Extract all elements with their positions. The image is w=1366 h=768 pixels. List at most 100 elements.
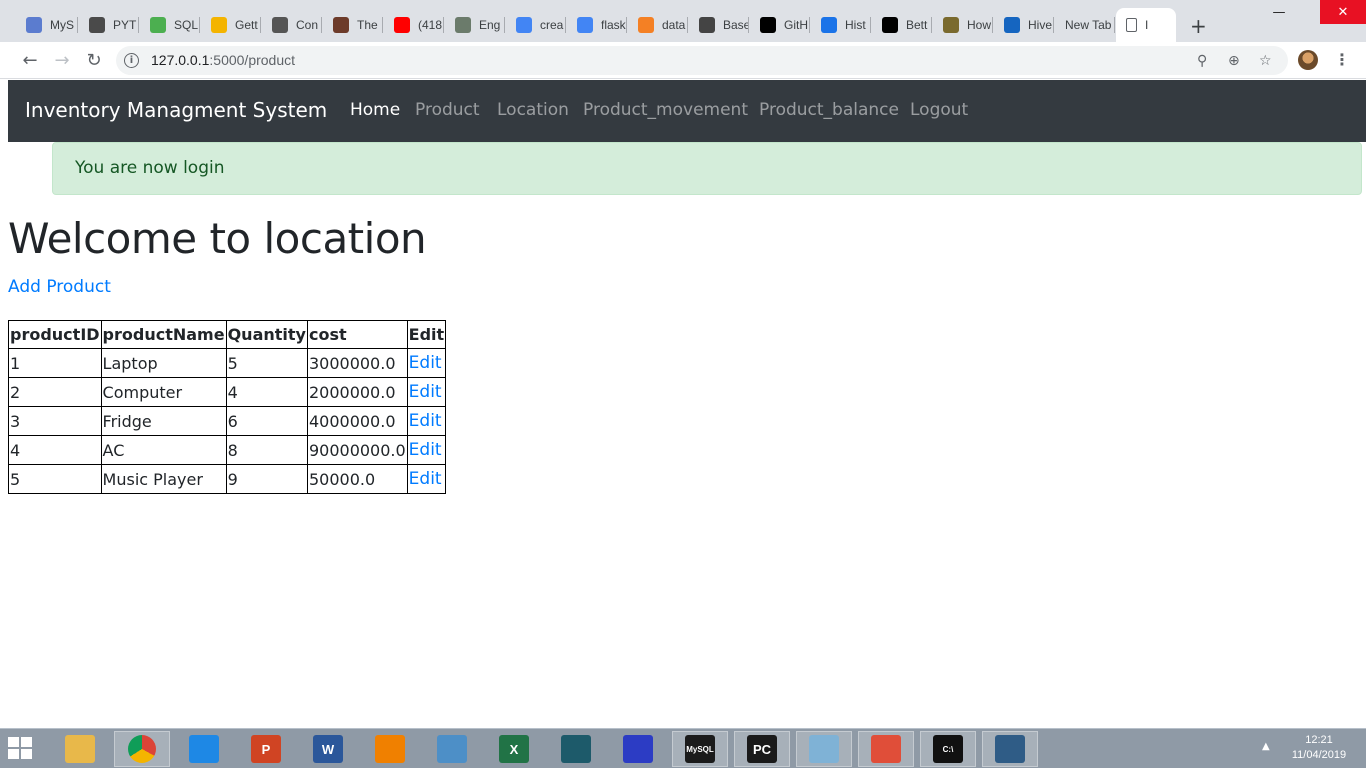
tab-separator	[809, 17, 810, 33]
browser-tab[interactable]: Base	[689, 8, 749, 42]
browser-tab-label: Hive	[1028, 18, 1053, 32]
browser-tab[interactable]: Gett	[201, 8, 261, 42]
mysql-workbench-icon	[995, 735, 1025, 763]
taskbar-app[interactable]	[610, 731, 666, 767]
browser-tab-label: crea	[540, 18, 564, 32]
cell-cost: 3000000.0	[306, 348, 408, 378]
taskbar-app[interactable]	[548, 731, 604, 767]
reload-icon[interactable]: ↻	[82, 48, 106, 72]
taskbar-app[interactable]: W	[300, 731, 356, 767]
browser-tab[interactable]: crea	[506, 8, 566, 42]
browser-tab[interactable]: I	[1116, 8, 1176, 42]
taskbar-app[interactable]: C:\	[920, 731, 976, 767]
browser-tab[interactable]: Hive	[994, 8, 1054, 42]
taskbar-app[interactable]	[114, 731, 170, 767]
browser-tab[interactable]: The	[323, 8, 383, 42]
page-viewport: Inventory Managment System Home Product …	[0, 80, 1366, 728]
browser-tab[interactable]: Hist	[811, 8, 871, 42]
taskbar-app[interactable]	[858, 731, 914, 767]
docs-icon	[699, 17, 715, 33]
browser-tab[interactable]: Eng	[445, 8, 505, 42]
hackerrank-icon	[943, 17, 959, 33]
taskbar-app[interactable]	[362, 731, 418, 767]
tab-separator	[992, 17, 993, 33]
browser-tab[interactable]: SQL	[140, 8, 200, 42]
browser-tab[interactable]: Con	[262, 8, 322, 42]
browser-tab-label: Bett	[906, 18, 928, 32]
system-clock[interactable]: 12:21 11/04/2019	[1286, 733, 1352, 763]
tab-separator	[870, 17, 871, 33]
nav-link-product[interactable]: Product	[415, 100, 480, 120]
table-header-row: productID productName Quantity cost Edit	[8, 320, 447, 349]
taskbar-app[interactable]	[982, 731, 1038, 767]
close-window-button[interactable]: ✕	[1320, 0, 1366, 24]
nav-link-product-movement[interactable]: Product_movement	[583, 100, 748, 120]
minimize-window-button[interactable]: —	[1256, 0, 1302, 24]
key-icon[interactable]: ⚲	[1197, 53, 1207, 69]
edit-link[interactable]: Edit	[406, 348, 447, 378]
menu-kebab-icon[interactable]: ⋮	[1334, 50, 1350, 69]
nav-link-logout[interactable]: Logout	[910, 100, 968, 120]
table-row: 1 Laptop 5 3000000.0 Edit	[8, 348, 447, 378]
edit-link[interactable]: Edit	[406, 406, 447, 436]
tray-chevron-up-icon[interactable]: ▲	[1262, 741, 1270, 752]
back-arrow-icon[interactable]: ←	[18, 48, 42, 72]
cell-product-name: AC	[100, 435, 227, 465]
navbar-brand[interactable]: Inventory Managment System	[25, 98, 327, 122]
slides-icon	[89, 17, 105, 33]
site-info-icon[interactable]: i	[124, 53, 139, 68]
taskbar-app[interactable]	[52, 731, 108, 767]
tab-separator	[1114, 17, 1115, 33]
edit-link[interactable]: Edit	[406, 435, 447, 465]
taskbar-app[interactable]: X	[486, 731, 542, 767]
url-text[interactable]: 127.0.0.1:5000/product	[151, 52, 295, 68]
zoom-icon[interactable]: ⊕	[1228, 53, 1240, 69]
windows-start-icon[interactable]	[8, 737, 34, 761]
google-cloud-icon	[211, 17, 227, 33]
product-table: productID productName Quantity cost Edit…	[8, 320, 447, 494]
browser-tab-label: GitH	[784, 18, 808, 32]
add-product-link[interactable]: Add Product	[8, 277, 111, 297]
file-explorer-icon	[65, 735, 95, 763]
browser-tab[interactable]: MyS	[16, 8, 78, 42]
new-tab-button[interactable]: +	[1190, 14, 1207, 38]
sql-chart-icon	[150, 17, 166, 33]
browser-tab[interactable]: (418	[384, 8, 444, 42]
browser-tab[interactable]: data	[628, 8, 688, 42]
header-product-id: productID	[8, 320, 102, 349]
cell-product-name: Music Player	[100, 464, 227, 494]
taskbar-app[interactable]: PC	[734, 731, 790, 767]
tab-separator	[504, 17, 505, 33]
tab-separator	[748, 17, 749, 33]
forward-arrow-icon[interactable]: →	[50, 48, 74, 72]
header-cost: cost	[306, 320, 408, 349]
browser-tab[interactable]: How	[933, 8, 993, 42]
taskbar-app[interactable]	[176, 731, 232, 767]
bookmark-star-icon[interactable]: ☆	[1259, 53, 1272, 69]
browser-tab[interactable]: GitH	[750, 8, 810, 42]
internet-explorer-icon	[189, 735, 219, 763]
edit-link[interactable]: Edit	[406, 464, 447, 494]
browser-tab[interactable]: Bett	[872, 8, 932, 42]
nav-link-home[interactable]: Home	[350, 100, 400, 120]
taskbar-app[interactable]	[424, 731, 480, 767]
cell-quantity: 4	[225, 377, 308, 407]
taskbar-app[interactable]	[796, 731, 852, 767]
nav-link-product-balance[interactable]: Product_balance	[759, 100, 899, 120]
clock-date: 11/04/2019	[1291, 749, 1347, 761]
browser-tab-label: New Tab	[1065, 18, 1112, 32]
browser-tab-label: (418	[418, 18, 443, 32]
profile-avatar[interactable]	[1298, 50, 1318, 70]
browser-tab-strip: — □ ✕ ✕ + MySPYTSQLGettConThe(418Engcrea…	[0, 0, 1366, 42]
taskbar-app[interactable]: MySQL	[672, 731, 728, 767]
browser-tab[interactable]: New Tab	[1055, 8, 1115, 42]
edit-link[interactable]: Edit	[406, 377, 447, 407]
address-bar[interactable]: i 127.0.0.1:5000/product ⚲ ⊕ ☆	[116, 46, 1288, 75]
cell-product-name: Laptop	[100, 348, 227, 378]
mysql-letter-icon	[26, 17, 42, 33]
taskbar-app[interactable]: P	[238, 731, 294, 767]
nav-link-location[interactable]: Location	[497, 100, 569, 120]
browser-tab[interactable]: flask	[567, 8, 627, 42]
browser-tab[interactable]: PYT	[79, 8, 139, 42]
page-title: Welcome to location	[8, 214, 427, 263]
